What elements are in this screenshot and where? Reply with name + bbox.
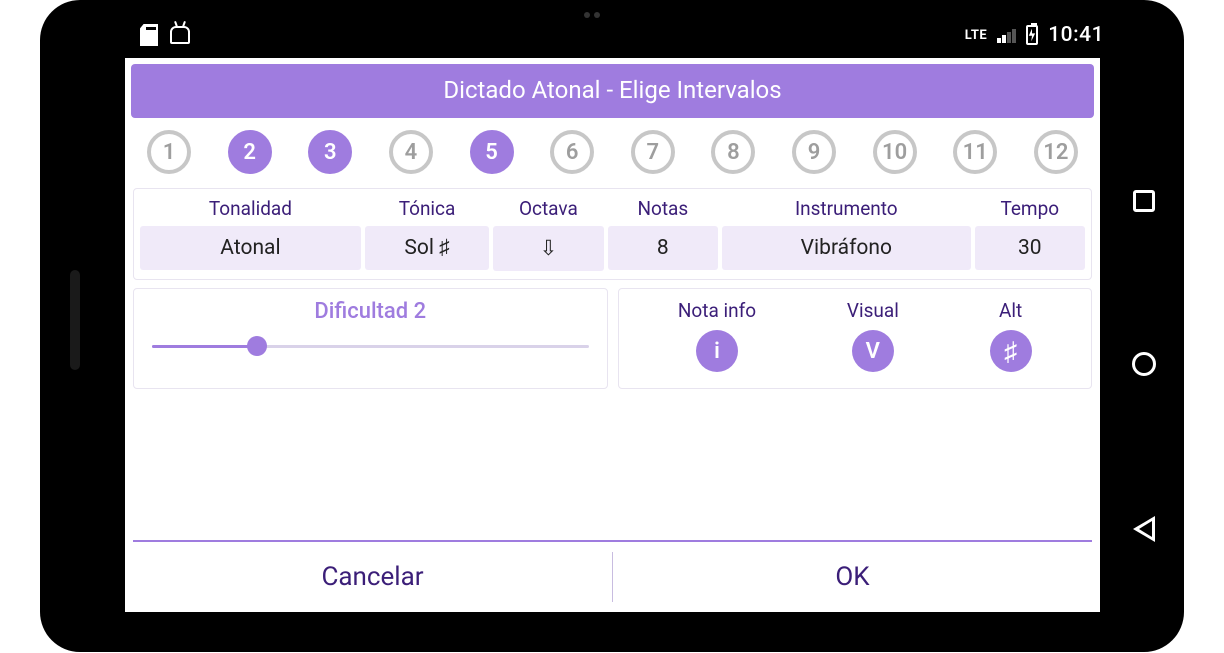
visual-label: Visual xyxy=(847,299,899,322)
interval-8[interactable]: 8 xyxy=(711,130,755,174)
alt-button[interactable]: ♯ xyxy=(990,330,1032,372)
nota-info-button[interactable]: i xyxy=(696,330,738,372)
nav-home-icon[interactable] xyxy=(1132,352,1156,376)
cancel-button[interactable]: Cancelar xyxy=(133,542,612,612)
tonalidad-label: Tonalidad xyxy=(209,197,292,220)
tempo-label: Tempo xyxy=(1000,197,1059,220)
android-debug-icon xyxy=(170,26,190,44)
difficulty-panel: Dificultad 2 xyxy=(133,288,608,389)
nav-back-icon[interactable] xyxy=(1133,516,1155,542)
dialog-button-bar: Cancelar OK xyxy=(133,540,1092,612)
tonica-field[interactable]: Sol ♯ xyxy=(365,226,489,270)
nav-overview-icon[interactable] xyxy=(1133,190,1155,212)
battery-charging-icon xyxy=(1026,25,1038,45)
notas-field[interactable]: 8 xyxy=(608,226,718,270)
notas-label: Notas xyxy=(637,197,688,220)
interval-5[interactable]: 5 xyxy=(470,130,514,174)
instrumento-field[interactable]: Vibráfono xyxy=(722,226,971,270)
tonica-label: Tónica xyxy=(399,197,456,220)
instrumento-label: Instrumento xyxy=(795,197,898,220)
interval-1[interactable]: 1 xyxy=(147,130,191,174)
interval-9[interactable]: 9 xyxy=(792,130,836,174)
toggles-panel: Nota info i Visual V Alt ♯ xyxy=(618,288,1093,389)
interval-6[interactable]: 6 xyxy=(550,130,594,174)
system-nav-bar xyxy=(1118,120,1170,612)
interval-2[interactable]: 2 xyxy=(228,130,272,174)
interval-12[interactable]: 12 xyxy=(1034,130,1078,174)
interval-picker: 123456789101112 xyxy=(125,118,1100,184)
interval-11[interactable]: 11 xyxy=(953,130,997,174)
status-clock: 10:41 xyxy=(1048,23,1104,47)
octava-field[interactable]: ⇩ xyxy=(493,226,603,271)
dialog-title: Dictado Atonal - Elige Intervalos xyxy=(131,64,1094,118)
network-lte-label: LTE xyxy=(965,28,987,43)
signal-icon xyxy=(997,27,1016,43)
interval-7[interactable]: 7 xyxy=(631,130,675,174)
status-bar: LTE 10:41 xyxy=(80,20,1114,50)
visual-button[interactable]: V xyxy=(852,330,894,372)
interval-4[interactable]: 4 xyxy=(389,130,433,174)
nota-info-label: Nota info xyxy=(678,299,756,322)
difficulty-slider[interactable] xyxy=(152,334,589,358)
ok-button[interactable]: OK xyxy=(613,542,1092,612)
alt-label: Alt xyxy=(999,299,1022,322)
tonalidad-field[interactable]: Atonal xyxy=(140,226,361,270)
octava-label: Octava xyxy=(519,197,578,220)
tempo-field[interactable]: 30 xyxy=(975,226,1085,270)
sdcard-icon xyxy=(140,24,158,46)
difficulty-label: Dificultad 2 xyxy=(148,299,593,324)
settings-row: Tonalidad Atonal Tónica Sol ♯ Octava ⇩ N… xyxy=(133,188,1092,280)
interval-10[interactable]: 10 xyxy=(873,130,917,174)
interval-3[interactable]: 3 xyxy=(308,130,352,174)
